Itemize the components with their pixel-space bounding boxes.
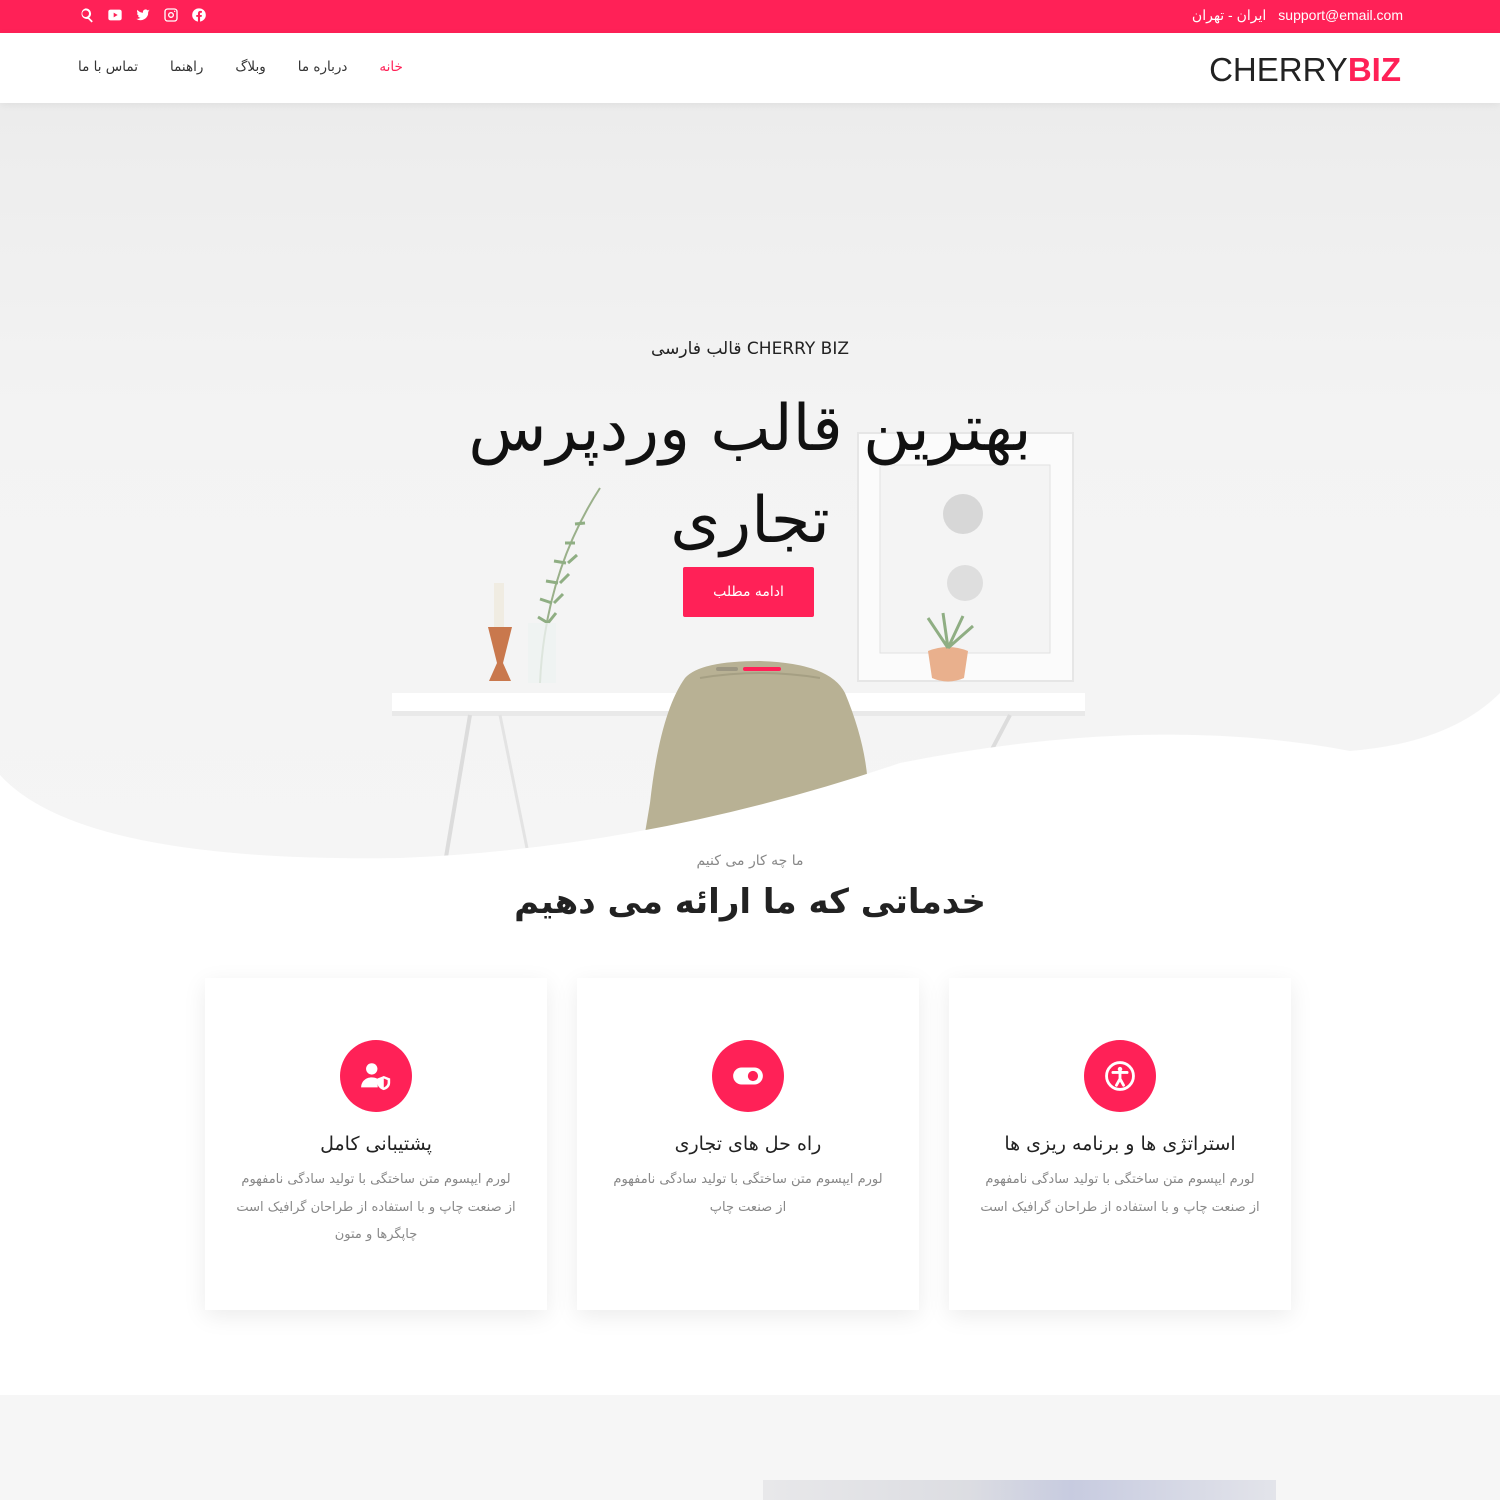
accessibility-icon xyxy=(1084,1040,1156,1112)
twitter-icon[interactable] xyxy=(134,6,152,24)
nav-item-guide[interactable]: راهنما xyxy=(170,59,203,75)
topbar-location: ایران - تهران xyxy=(1191,7,1267,23)
search-icon[interactable] xyxy=(78,6,96,24)
hero-title-line1: بهترین قالب وردپرس xyxy=(468,392,1032,466)
logo-part-cherry: CHERRY xyxy=(1209,51,1348,88)
services-subtitle: ما چه کار می کنیم xyxy=(696,853,804,869)
slider-dot-inactive[interactable] xyxy=(716,667,738,671)
service-card-text: لورم ایپسوم متن ساختگی با تولید سادگی نا… xyxy=(613,1172,883,1215)
hero-subtitle: قالب فارسی CHERRY BIZ xyxy=(651,339,849,359)
logo-part-biz: BIZ xyxy=(1347,51,1401,88)
youtube-icon[interactable] xyxy=(106,6,124,24)
site-header: CHERRY BIZ خانه درباره ما وبلاگ راهنما ت… xyxy=(0,33,1500,103)
toggle-icon xyxy=(712,1040,784,1112)
hero-title: بهترین قالب وردپرس تجاری xyxy=(0,383,1500,567)
services-title: خدماتی که ما ارائه می دهیم xyxy=(514,882,986,922)
service-card-solutions[interactable]: راه حل های تجاری لورم ایپسوم متن ساختگی … xyxy=(577,978,919,1310)
topbar-contact: ایران - تهران support@email.com xyxy=(1192,7,1403,24)
nav-item-contact[interactable]: تماس با ما xyxy=(78,59,138,75)
slider-dot-active[interactable] xyxy=(743,667,781,671)
service-card-title: راه حل های تجاری xyxy=(674,1133,822,1155)
hero-title-line2: تجاری xyxy=(670,484,830,558)
nav-item-home[interactable]: خانه xyxy=(379,59,402,75)
service-card-title: استراتژی ها و برنامه ریزی ها xyxy=(1004,1133,1236,1155)
hero-section: قالب فارسی CHERRY BIZ بهترین قالب وردپرس… xyxy=(0,103,1500,863)
instagram-icon[interactable] xyxy=(162,6,180,24)
service-card-title: پشتیبانی کامل xyxy=(320,1133,432,1155)
read-more-button[interactable]: ادامه مطلب xyxy=(683,567,814,617)
service-card-text: لورم ایپسوم متن ساختگی با تولید سادگی نا… xyxy=(236,1172,516,1242)
user-shield-icon xyxy=(340,1040,412,1112)
next-section xyxy=(0,1395,1500,1500)
topbar-email[interactable]: support@email.com xyxy=(1278,7,1403,24)
main-nav: خانه درباره ما وبلاگ راهنما تماس با ما xyxy=(78,59,403,75)
facebook-icon[interactable] xyxy=(190,6,208,24)
nav-item-blog[interactable]: وبلاگ xyxy=(235,59,265,75)
topbar-socials xyxy=(78,6,208,24)
service-card-strategy[interactable]: استراتژی ها و برنامه ریزی ها لورم ایپسوم… xyxy=(949,978,1291,1310)
top-bar: ایران - تهران support@email.com xyxy=(0,0,1500,33)
service-card-support[interactable]: پشتیبانی کامل لورم ایپسوم متن ساختگی با … xyxy=(205,978,547,1310)
site-logo[interactable]: CHERRY BIZ xyxy=(1209,51,1401,89)
nav-item-about[interactable]: درباره ما xyxy=(298,59,348,75)
service-card-text: لورم ایپسوم متن ساختگی با تولید سادگی نا… xyxy=(980,1172,1260,1215)
section-image xyxy=(763,1480,1276,1500)
